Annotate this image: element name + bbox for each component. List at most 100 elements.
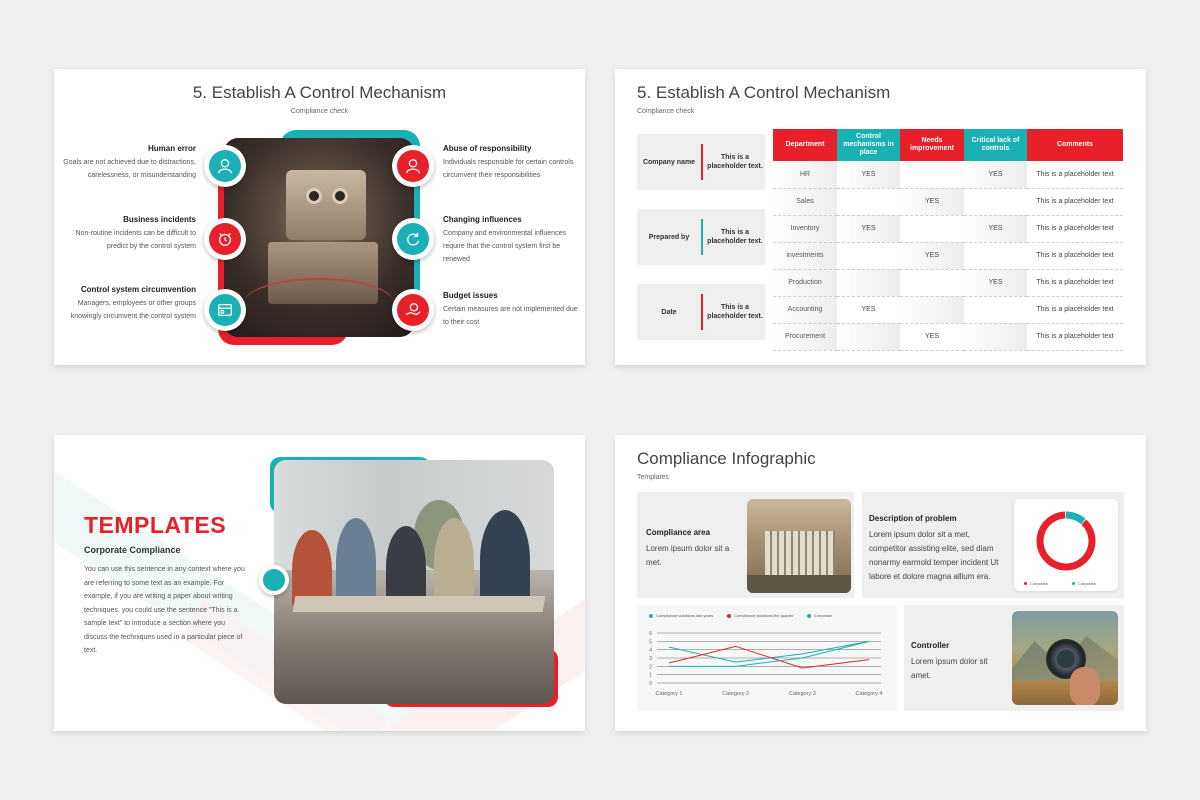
table-cell: This is a placeholder text	[1027, 296, 1123, 324]
projector-icon	[259, 565, 289, 595]
table-row: Accounting YES This is a placeholder text	[773, 296, 1123, 324]
item-text: Certain measures are not implemented due…	[443, 306, 578, 326]
money-hand-icon	[392, 289, 434, 331]
item-heading: Abuse of responsibility	[443, 144, 532, 153]
x-tick-label: Category 3	[789, 691, 816, 697]
table-cell: This is a placeholder text	[1027, 269, 1123, 297]
card-text: Lorem ipsum dolor sit a met, competitor …	[869, 530, 999, 581]
item-control-circumvention: Control system circumvention Managers, e…	[54, 285, 196, 323]
info-card-prepared-by: Prepared by This is a placeholder text.	[637, 209, 765, 265]
item-text: Company and environmental influences req…	[443, 230, 566, 263]
table-row: Production YES This is a placeholder text	[773, 269, 1123, 297]
alarm-icon	[204, 218, 246, 260]
info-label: Date	[661, 308, 677, 316]
slide-templates[interactable]: TEMPLATES Corporate Compliance You can u…	[54, 435, 585, 731]
item-heading: Human error	[147, 144, 196, 153]
legend-item: Corporate	[1024, 581, 1048, 586]
table-cell: Procurement	[773, 323, 837, 351]
lens-photo	[1012, 611, 1118, 705]
slide-body-text: You can use this sentence in any context…	[84, 566, 245, 654]
y-tick-label: 6	[649, 631, 652, 637]
y-tick-label: 2	[649, 664, 652, 670]
item-abuse-of-responsibility: Abuse of responsibility Individuals resp…	[443, 144, 583, 182]
item-business-incidents: Business incidents Non-routine incidents…	[54, 215, 197, 253]
table-header: Critical lack of controls	[964, 129, 1027, 161]
table-cell	[900, 161, 964, 189]
table-cell	[837, 323, 900, 351]
table-cell: YES	[964, 161, 1027, 189]
divider	[701, 294, 703, 330]
legend-item: Corporate	[1072, 581, 1096, 586]
table-cell: This is a placeholder text	[1027, 188, 1123, 216]
item-text: Individuals responsible for certain cont…	[443, 159, 574, 179]
slide-subtitle: Templates	[637, 474, 669, 481]
table-cell: Sales	[773, 188, 837, 216]
table-cell	[964, 188, 1027, 216]
control-table: Department Control mechanisms in place N…	[773, 129, 1123, 351]
info-value: This is a placeholder text.	[707, 229, 763, 245]
item-budget-issues: Budget issues Certain measures are not i…	[443, 291, 583, 329]
line-chart: 0 1 2 3 4 5 6 Category 1 Category 2 Category 3 Cat…	[649, 631, 882, 697]
item-heading: Business incidents	[123, 215, 196, 224]
table-cell: This is a placeholder text	[1027, 323, 1123, 351]
table-row: investments YES This is a placeholder text	[773, 242, 1123, 270]
slide-subtitle: Compliance check	[290, 108, 349, 115]
item-human-error: Human error Goals are not achieved due t…	[54, 144, 196, 182]
browser-icon	[204, 289, 246, 331]
table-cell	[837, 269, 900, 297]
item-heading: Changing influences	[443, 215, 522, 224]
table-cell	[964, 242, 1027, 270]
table-row: Procurement YES This is a placeholder text	[773, 323, 1123, 351]
table-cell: investments	[773, 242, 837, 270]
table-cell: YES	[837, 161, 900, 189]
info-label: Prepared by	[648, 233, 690, 241]
table-row: Inventory YES YES This is a placeholder tex…	[773, 215, 1123, 243]
card-compliance-area: Compliance area Lorem ipsum dolor sit a …	[637, 492, 854, 598]
table-cell: YES	[837, 215, 900, 243]
table-cell	[837, 242, 900, 270]
table-cell: This is a placeholder text	[1027, 215, 1123, 243]
y-tick-label: 0	[649, 681, 652, 687]
donut-chart-card: Corporate Corporate	[1014, 499, 1118, 591]
robot-photo	[224, 138, 414, 337]
slide-compliance-infographic[interactable]: Compliance Infographic Templates Complia…	[615, 435, 1146, 731]
table-cell	[964, 323, 1027, 351]
card-heading: Controller	[911, 641, 950, 650]
table-header: Department	[773, 129, 837, 161]
card-heading: Description of problem	[869, 514, 957, 523]
y-tick-label: 3	[649, 656, 652, 662]
person-icon	[392, 145, 434, 187]
slide-title: 5. Establish A Control Mechanism	[637, 83, 891, 102]
donut-slice	[1036, 511, 1096, 571]
info-value: This is a placeholder text.	[707, 154, 763, 170]
table-header: Comments	[1027, 129, 1123, 161]
refresh-icon	[392, 218, 434, 260]
table-cell: This is a placeholder text	[1027, 242, 1123, 270]
y-tick-label: 4	[649, 648, 652, 654]
slide-control-mechanism-2[interactable]: 5. Establish A Control Mechanism Complia…	[615, 69, 1146, 365]
donut-slice	[1065, 511, 1086, 525]
table-row: HR YES YES This is a placeholder text	[773, 161, 1123, 189]
info-card-company: Company name This is a placeholder text.	[637, 134, 765, 190]
table-cell: YES	[964, 269, 1027, 297]
card-heading: Compliance area	[646, 528, 711, 537]
table-cell: Inventory	[773, 215, 837, 243]
table-cell: Accounting	[773, 296, 837, 324]
x-tick-label: Category 2	[722, 691, 749, 697]
slide-subheading: Corporate Compliance	[84, 545, 181, 555]
person-icon	[204, 145, 246, 187]
donut-chart	[1036, 511, 1096, 571]
table-cell: YES	[964, 215, 1027, 243]
y-tick-label: 1	[649, 673, 652, 679]
item-heading: Control system circumvention	[80, 285, 196, 294]
table-cell: YES	[837, 296, 900, 324]
table-header-row: Department Control mechanisms in place N…	[773, 129, 1123, 161]
table-cell	[900, 296, 964, 324]
card-text: Lorem ipsum dolor sit amet.	[911, 657, 988, 680]
slide-heading: TEMPLATES	[84, 512, 227, 538]
slide-control-mechanism-1[interactable]: 5. Establish A Control Mechanism Complia…	[54, 69, 585, 365]
team-meeting-photo	[274, 460, 554, 704]
table-cell: YES	[900, 188, 964, 216]
info-card-date: Date This is a placeholder text.	[637, 284, 765, 340]
table-header: Needs improvement	[900, 129, 964, 161]
